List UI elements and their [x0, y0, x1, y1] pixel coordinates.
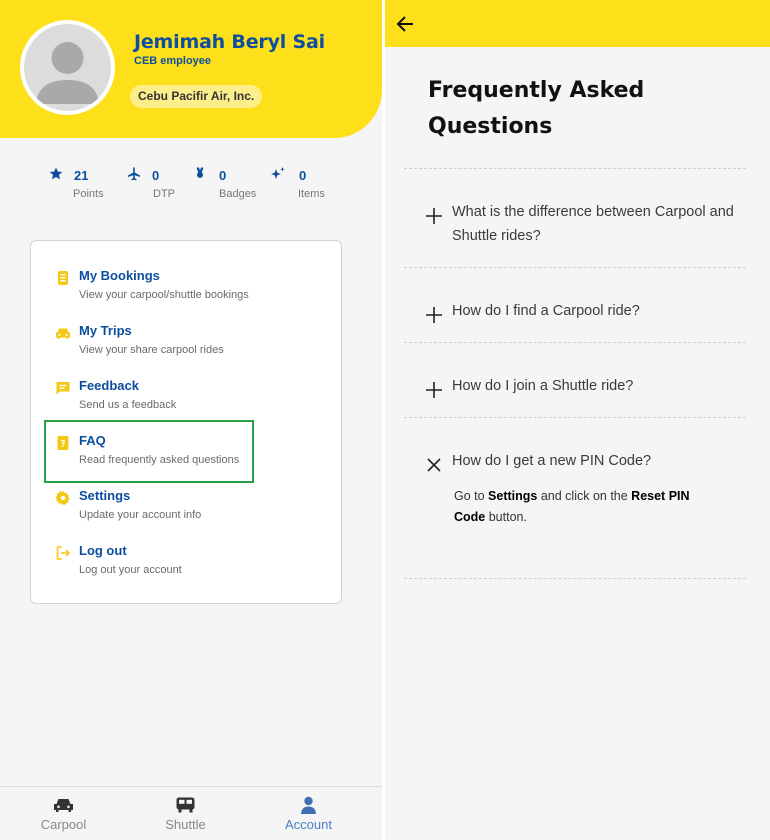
stat-dtp-value: 0: [152, 168, 160, 183]
faq-question-text: What is the difference between Carpool a…: [452, 204, 734, 244]
faq-screen: Frequently Asked Questions What is the d…: [385, 0, 770, 840]
menu-item-my-bookings[interactable]: My Bookings View your carpool/shuttle bo…: [49, 268, 329, 312]
faq-top-bar: [385, 0, 770, 47]
nav-label: Account: [285, 817, 332, 832]
back-arrow-icon[interactable]: [393, 12, 419, 36]
plane-icon: [128, 167, 140, 181]
answer-text: Go to: [454, 489, 489, 503]
menu-item-subtitle: View your carpool/shuttle bookings: [79, 289, 249, 301]
answer-settings-bold: Settings: [488, 489, 538, 503]
menu-item-my-trips[interactable]: My Trips View your share carpool rides: [49, 323, 329, 367]
feedback-icon: [56, 382, 70, 395]
nav-label: Shuttle: [165, 817, 206, 832]
menu-item-feedback[interactable]: Feedback Send us a feedback: [49, 378, 329, 422]
stats-row: 21 Points 0 DTP 0 Badges 0 Items: [40, 165, 350, 205]
nav-tab-shuttle[interactable]: Shuttle: [122, 787, 249, 840]
carpool-icon: [54, 799, 73, 812]
gear-icon: [55, 491, 70, 505]
stat-badges-label: Badges: [219, 188, 257, 200]
stat-points-value: 21: [74, 168, 89, 183]
faq-divider: [404, 342, 746, 343]
menu-item-title: Log out: [79, 543, 127, 558]
account-screen: Jemimah Beryl Sai CEB employee Cebu Paci…: [0, 0, 382, 840]
faq-question-text: How do I join a Shuttle ride?: [452, 378, 634, 394]
sparkle-icon: [271, 167, 285, 179]
stat-items: 0 Items: [270, 165, 350, 205]
faq-answer: Go to Settings and click on the Reset PI…: [454, 486, 724, 528]
star-icon: [49, 167, 63, 180]
bottom-nav: Carpool Shuttle Account: [0, 786, 382, 840]
menu-item-settings[interactable]: Settings Update your account info: [49, 488, 329, 532]
faq-divider: [404, 578, 746, 579]
account-icon: [301, 796, 316, 814]
bookings-icon: [58, 271, 68, 285]
plus-icon[interactable]: [425, 207, 443, 225]
stat-points-label: Points: [73, 188, 104, 200]
faq-question-text: How do I get a new PIN Code?: [452, 453, 652, 469]
close-icon[interactable]: [425, 456, 443, 474]
nav-label: Carpool: [40, 817, 87, 832]
stat-items-value: 0: [299, 168, 307, 183]
stat-badges-value: 0: [219, 168, 227, 183]
nav-tab-account[interactable]: Account: [245, 787, 372, 840]
faq-divider: [404, 267, 746, 268]
menu-item-subtitle: Send us a feedback: [79, 399, 177, 411]
company-chip: Cebu Pacifir Air, Inc.: [130, 85, 263, 108]
faq-question-1[interactable]: How do I find a Carpool ride?: [404, 299, 746, 329]
page-title: Frequently Asked Questions: [428, 78, 645, 139]
menu-item-title: Feedback: [79, 378, 139, 393]
user-name: Jemimah Beryl Sai: [134, 31, 325, 53]
answer-text: button.: [485, 510, 527, 524]
avatar-placeholder-icon: [24, 24, 111, 111]
answer-text: and click on the: [537, 489, 632, 503]
menu-item-subtitle: Update your account info: [79, 509, 202, 521]
stat-items-label: Items: [298, 188, 325, 200]
faq-question-text: How do I find a Carpool ride?: [452, 303, 640, 319]
profile-header: Jemimah Beryl Sai CEB employee Cebu Paci…: [0, 0, 382, 138]
car-icon: [56, 328, 70, 339]
stat-dtp-label: DTP: [153, 188, 175, 200]
shuttle-icon: [176, 797, 195, 813]
menu-item-title: My Trips: [79, 323, 132, 338]
faq-divider: [404, 168, 746, 169]
menu-item-subtitle: View your share carpool rides: [79, 344, 224, 356]
faq-question-2[interactable]: How do I join a Shuttle ride?: [404, 374, 746, 404]
stat-points: 21 Points: [48, 165, 128, 205]
menu-item-title: My Bookings: [79, 268, 160, 283]
faq-question-0[interactable]: What is the difference between Carpool a…: [404, 200, 746, 256]
medal-icon: [196, 167, 204, 178]
menu-item-title: Settings: [79, 488, 131, 503]
user-role: CEB employee: [134, 55, 212, 67]
faq-question-3[interactable]: How do I get a new PIN Code?: [404, 449, 746, 479]
stat-badges: 0 Badges: [192, 165, 272, 205]
menu-item-subtitle: Log out your account: [79, 564, 182, 576]
faq-divider: [404, 417, 746, 418]
nav-tab-carpool[interactable]: Carpool: [0, 787, 127, 840]
avatar[interactable]: [20, 20, 115, 115]
menu-item-log-out[interactable]: Log out Log out your account: [49, 543, 329, 587]
plus-icon[interactable]: [425, 381, 443, 399]
plus-icon[interactable]: [425, 306, 443, 324]
logout-icon: [56, 546, 71, 560]
faq-highlight-box: [44, 420, 254, 483]
